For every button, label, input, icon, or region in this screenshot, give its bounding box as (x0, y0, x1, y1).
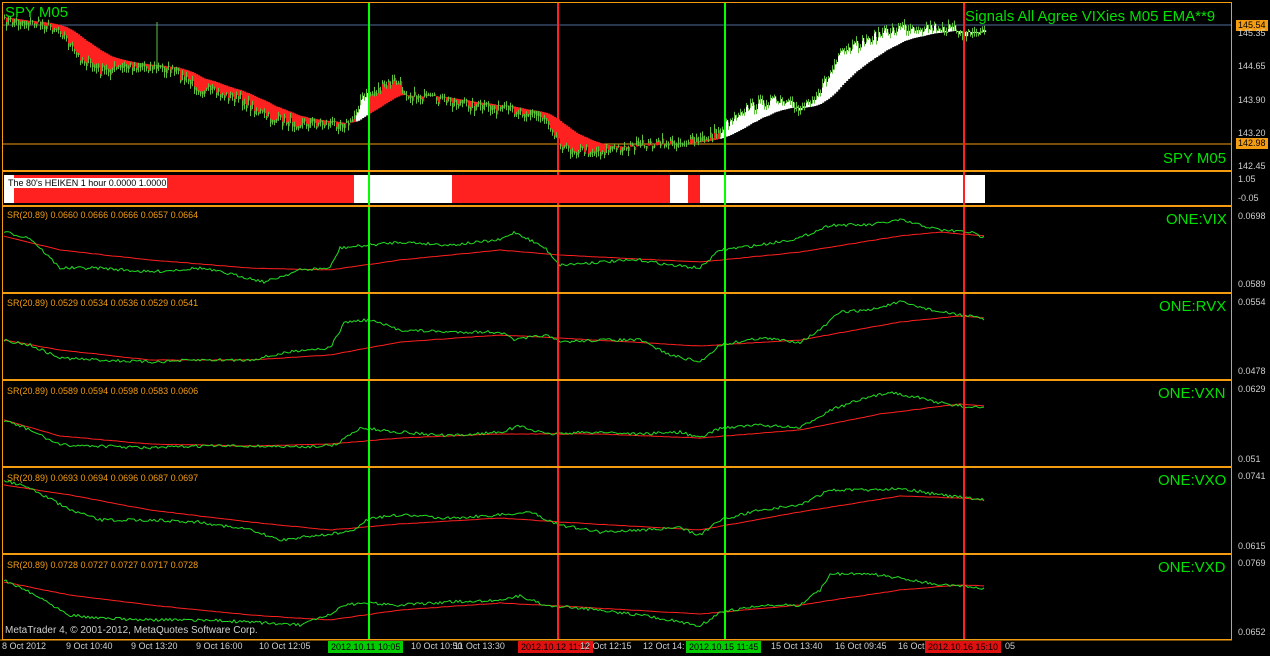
main-symbol-label-bottom: SPY M05 (1163, 150, 1227, 167)
indicator-title: Signals All Agree VIXies M05 EMA**9 (965, 8, 1216, 25)
vxd-indicator-values: SR(20.89) 0.0728 0.0727 0.0727 0.0717 0.… (7, 560, 199, 570)
main-scale-label: 142.45 (1238, 161, 1266, 171)
signal-time-marker: 2012.10.16 15:10 (925, 641, 1002, 653)
main-scale-label: 144.65 (1238, 61, 1266, 71)
vxo-indicator-values: SR(20.89) 0.0693 0.0694 0.0696 0.0687 0.… (7, 473, 199, 483)
vix-title: ONE:VIX (1166, 211, 1227, 228)
vxd-scale-bottom: 0.0652 (1238, 627, 1266, 637)
vix-indicator-values: SR(20.89) 0.0660 0.0666 0.0666 0.0657 0.… (7, 210, 199, 220)
main-chart-pane[interactable] (2, 2, 1232, 171)
time-axis-label: 10 Oct 12:05 (259, 641, 311, 651)
main-symbol-title: SPY M05 (5, 4, 69, 21)
vix-scale-top: 0.0698 (1238, 211, 1266, 221)
vxn-indicator-values: SR(20.89) 0.0589 0.0594 0.0598 0.0583 0.… (7, 386, 199, 396)
vxo-title: ONE:VXO (1158, 472, 1227, 489)
time-axis-label: 9 Oct 10:40 (66, 641, 113, 651)
time-axis-label: 8 Oct 2012 (2, 641, 47, 651)
vxn-scale-top: 0.0629 (1238, 384, 1266, 394)
main-scale-label: 143.20 (1238, 128, 1266, 138)
vxd-title: ONE:VXD (1158, 559, 1226, 576)
vxo-scale-bottom: 0.0615 (1238, 541, 1266, 551)
main-scale-label: 145.35 (1238, 28, 1266, 38)
rvx-indicator-values: SR(20.89) 0.0529 0.0534 0.0536 0.0529 0.… (7, 298, 199, 308)
main-scale-label: 143.90 (1238, 95, 1266, 105)
time-axis-label: 16 Oct 09:45 (835, 641, 887, 651)
time-axis-label: 11 Oct 13:30 (454, 641, 505, 651)
signal-time-marker: 2012.10.15 11:45 (686, 641, 762, 653)
rvx-title: ONE:RVX (1159, 298, 1227, 315)
vxn-title: ONE:VXN (1158, 385, 1226, 402)
vxd-scale-top: 0.0769 (1238, 558, 1266, 568)
low-price-tag: 142.98 (1236, 138, 1268, 149)
time-axis-label: 16 Oct (898, 641, 925, 651)
heiken-pane[interactable] (2, 171, 1232, 206)
vix-scale-bottom: 0.0589 (1238, 279, 1266, 289)
time-axis-label: 12 Oct 12:15 (580, 641, 632, 651)
rvx-scale-top: 0.0554 (1238, 297, 1266, 307)
time-axis-label: 9 Oct 13:20 (131, 641, 178, 651)
heiken-scale-label: 1.05 (1238, 174, 1256, 184)
rvx-scale-bottom: 0.0478 (1238, 366, 1266, 376)
heiken-indicator-label: The 80's HEIKEN 1 hour 0.0000 1.0000 (7, 178, 168, 188)
heiken-scale-label: -0.05 (1238, 193, 1259, 203)
copyright-text: MetaTrader 4, © 2001-2012, MetaQuotes So… (5, 625, 258, 636)
time-axis-label: 12 Oct 14: (643, 641, 685, 651)
time-axis-label: 9 Oct 16:00 (196, 641, 243, 651)
vxn-scale-bottom: 0.051 (1238, 454, 1261, 464)
signal-time-marker: 2012.10.11 10:05 (328, 641, 404, 653)
time-axis-label: 05 (1005, 641, 1016, 651)
time-axis-label: 15 Oct 13:40 (771, 641, 823, 651)
vxo-scale-top: 0.0741 (1238, 471, 1266, 481)
